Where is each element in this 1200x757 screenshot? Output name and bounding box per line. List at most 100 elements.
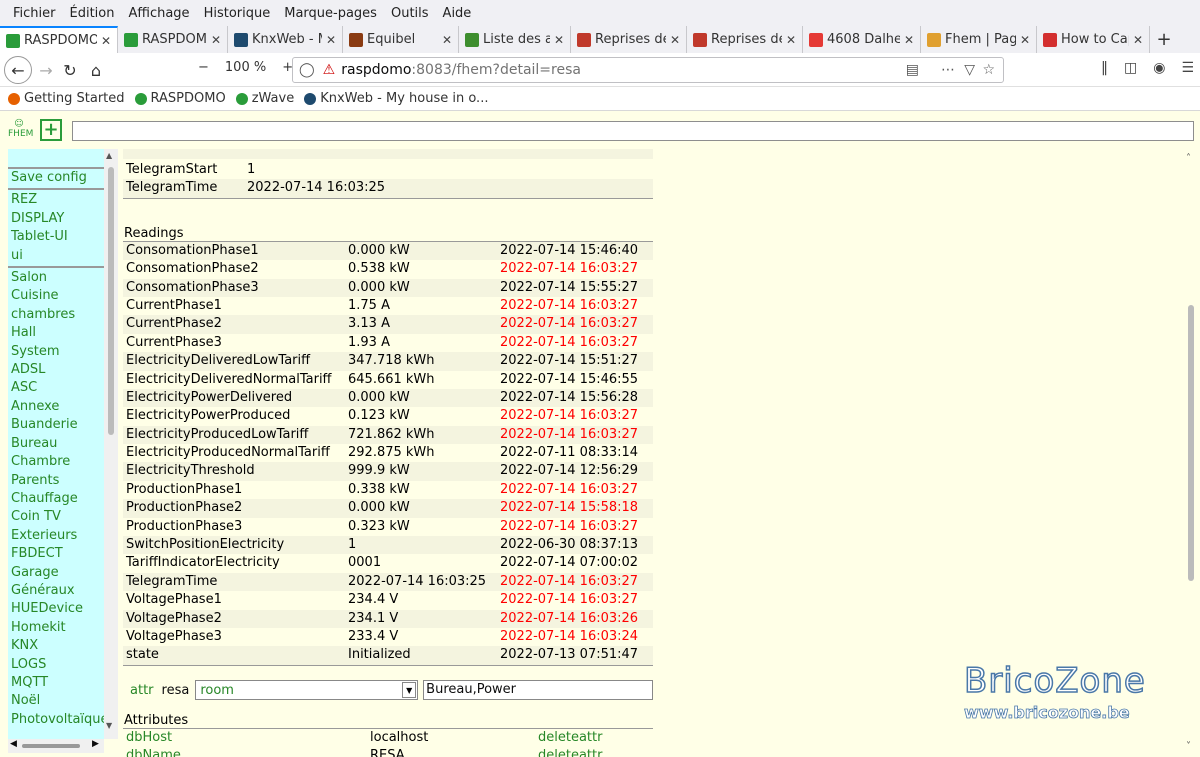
fhem-logo-icon[interactable]: ☺ FHEM: [8, 119, 33, 143]
close-icon[interactable]: ✕: [101, 34, 111, 48]
menu-item-3[interactable]: Historique: [204, 6, 271, 21]
menu-item-5[interactable]: Outils: [391, 6, 429, 21]
menu-link-tablet-ui[interactable]: Tablet-UI: [8, 228, 104, 246]
room-link-12[interactable]: Coin TV: [8, 508, 104, 526]
tab-4[interactable]: Liste des af ✕: [459, 26, 571, 53]
attr-link[interactable]: attr: [130, 683, 154, 698]
zoom-out-button[interactable]: −: [198, 60, 209, 75]
tab-0[interactable]: RASPDOMO ✕: [0, 26, 118, 53]
menu-item-1[interactable]: Édition: [70, 6, 115, 21]
menu-scrollbar[interactable]: ▲ ▼: [104, 149, 118, 739]
room-link-8[interactable]: Buanderie: [8, 416, 104, 434]
close-icon[interactable]: ✕: [326, 33, 336, 47]
tab-6[interactable]: Reprises de ✕: [687, 26, 803, 53]
close-icon[interactable]: ✕: [786, 33, 796, 47]
url-bar[interactable]: ◯ ⚠ raspdomo :8083/fhem?detail=resa ▤ ⋯ …: [292, 57, 1004, 83]
library-icon[interactable]: ‖: [1101, 60, 1108, 76]
room-link-11[interactable]: Chauffage: [8, 490, 104, 508]
page-scroll-down-icon[interactable]: ˅: [1186, 741, 1191, 752]
reader-view-icon[interactable]: ▤: [906, 62, 919, 78]
reload-button[interactable]: ↻: [56, 56, 84, 84]
scroll-up-icon[interactable]: ▲: [106, 151, 112, 160]
back-button[interactable]: ←: [4, 56, 32, 84]
menu-item-0[interactable]: Fichier: [13, 6, 56, 21]
menu-link-0[interactable]: Save config: [8, 169, 104, 187]
command-input[interactable]: [72, 121, 1194, 141]
tab-5[interactable]: Reprises de ✕: [571, 26, 687, 53]
bookmark-0[interactable]: Getting Started: [8, 91, 125, 106]
deleteattr-link[interactable]: deleteattr: [538, 747, 602, 757]
menu-item-2[interactable]: Affichage: [128, 6, 189, 21]
menu-hscroll-thumb[interactable]: [22, 744, 80, 748]
menu-horizontal-scrollbar[interactable]: ◀ ▶: [8, 739, 104, 753]
account-icon[interactable]: ◉: [1153, 60, 1165, 76]
menu-link-rez[interactable]: REZ: [8, 191, 104, 209]
room-link-19[interactable]: KNX: [8, 637, 104, 655]
new-tab-button[interactable]: +: [1150, 26, 1178, 53]
close-icon[interactable]: ✕: [554, 33, 564, 47]
room-link-0[interactable]: Salon: [8, 269, 104, 287]
close-icon[interactable]: ✕: [670, 33, 680, 47]
room-link-14[interactable]: FBDECT: [8, 545, 104, 563]
room-link-1[interactable]: Cuisine: [8, 287, 104, 305]
page-scroll-thumb[interactable]: [1188, 305, 1194, 581]
tab-7[interactable]: 4608 Dalhem ✕: [803, 26, 921, 53]
room-link-6[interactable]: ASC: [8, 379, 104, 397]
room-search-input[interactable]: [8, 149, 104, 169]
scroll-left-icon[interactable]: ◀: [10, 739, 17, 749]
room-link-4[interactable]: System: [8, 343, 104, 361]
tab-9[interactable]: How to Capt ✕: [1037, 26, 1150, 53]
shield-icon[interactable]: ◯: [299, 62, 315, 78]
bookmark-2[interactable]: zWave: [235, 91, 294, 106]
room-link-22[interactable]: Noël: [8, 692, 104, 710]
deleteattr-link[interactable]: deleteattr: [538, 729, 602, 747]
bookmark-3[interactable]: KnxWeb - My house in o...: [304, 91, 488, 106]
menu-link-ui[interactable]: ui: [8, 247, 104, 265]
room-link-18[interactable]: Homekit: [8, 619, 104, 637]
hamburger-menu-icon[interactable]: ☰: [1181, 60, 1194, 76]
room-link-21[interactable]: MQTT: [8, 674, 104, 692]
close-icon[interactable]: ✕: [1133, 33, 1143, 47]
attribute-name-link[interactable]: dbHost: [123, 729, 370, 747]
room-link-23[interactable]: Photovoltaïque: [8, 711, 104, 729]
bookmark-star-icon[interactable]: ☆: [982, 62, 995, 78]
close-icon[interactable]: ✕: [904, 33, 914, 47]
close-icon[interactable]: ✕: [211, 33, 221, 47]
menu-link-display[interactable]: DISPLAY: [8, 210, 104, 228]
room-link-20[interactable]: LOGS: [8, 656, 104, 674]
bookmark-1[interactable]: RASPDOMO: [134, 91, 226, 106]
sidebar-toggle-icon[interactable]: ◫: [1124, 60, 1137, 76]
room-link-16[interactable]: Généraux: [8, 582, 104, 600]
close-icon[interactable]: ✕: [1020, 33, 1030, 47]
room-link-3[interactable]: Hall: [8, 324, 104, 342]
tab-8[interactable]: Fhem | Page ✕: [921, 26, 1037, 53]
menu-scroll-thumb[interactable]: [108, 167, 114, 435]
attr-select[interactable]: room ▼: [195, 680, 419, 700]
tab-2[interactable]: KnxWeb - M ✕: [228, 26, 343, 53]
room-link-5[interactable]: ADSL: [8, 361, 104, 379]
home-icon[interactable]: ⌂: [82, 56, 110, 84]
add-plus-icon[interactable]: +: [40, 119, 62, 141]
page-scrollbar[interactable]: ˄ ˅: [1182, 149, 1200, 757]
page-actions-icon[interactable]: ⋯: [941, 62, 955, 78]
scroll-right-icon[interactable]: ▶: [92, 739, 99, 749]
attr-value-input[interactable]: Bureau,Power: [423, 680, 653, 700]
scroll-down-icon[interactable]: ▼: [106, 721, 112, 730]
insecure-lock-icon[interactable]: ⚠: [323, 62, 336, 78]
room-link-17[interactable]: HUEDevice: [8, 600, 104, 618]
room-link-15[interactable]: Garage: [8, 564, 104, 582]
menu-item-6[interactable]: Aide: [443, 6, 472, 21]
pocket-icon[interactable]: ▽: [964, 62, 975, 78]
close-icon[interactable]: ✕: [442, 33, 452, 47]
chevron-down-icon[interactable]: ▼: [402, 682, 417, 698]
room-link-10[interactable]: Chambre Parents: [8, 453, 104, 490]
room-link-7[interactable]: Annexe: [8, 398, 104, 416]
attribute-name-link[interactable]: dbName: [123, 747, 370, 757]
room-link-2[interactable]: chambres: [8, 306, 104, 324]
room-link-9[interactable]: Bureau: [8, 435, 104, 453]
tab-1[interactable]: RASPDOMO ✕: [118, 26, 228, 53]
tab-3[interactable]: Equibel ✕: [343, 26, 459, 53]
menu-item-4[interactable]: Marque-pages: [284, 6, 377, 21]
page-scroll-up-icon[interactable]: ˄: [1186, 153, 1191, 164]
room-link-13[interactable]: Exterieurs: [8, 527, 104, 545]
